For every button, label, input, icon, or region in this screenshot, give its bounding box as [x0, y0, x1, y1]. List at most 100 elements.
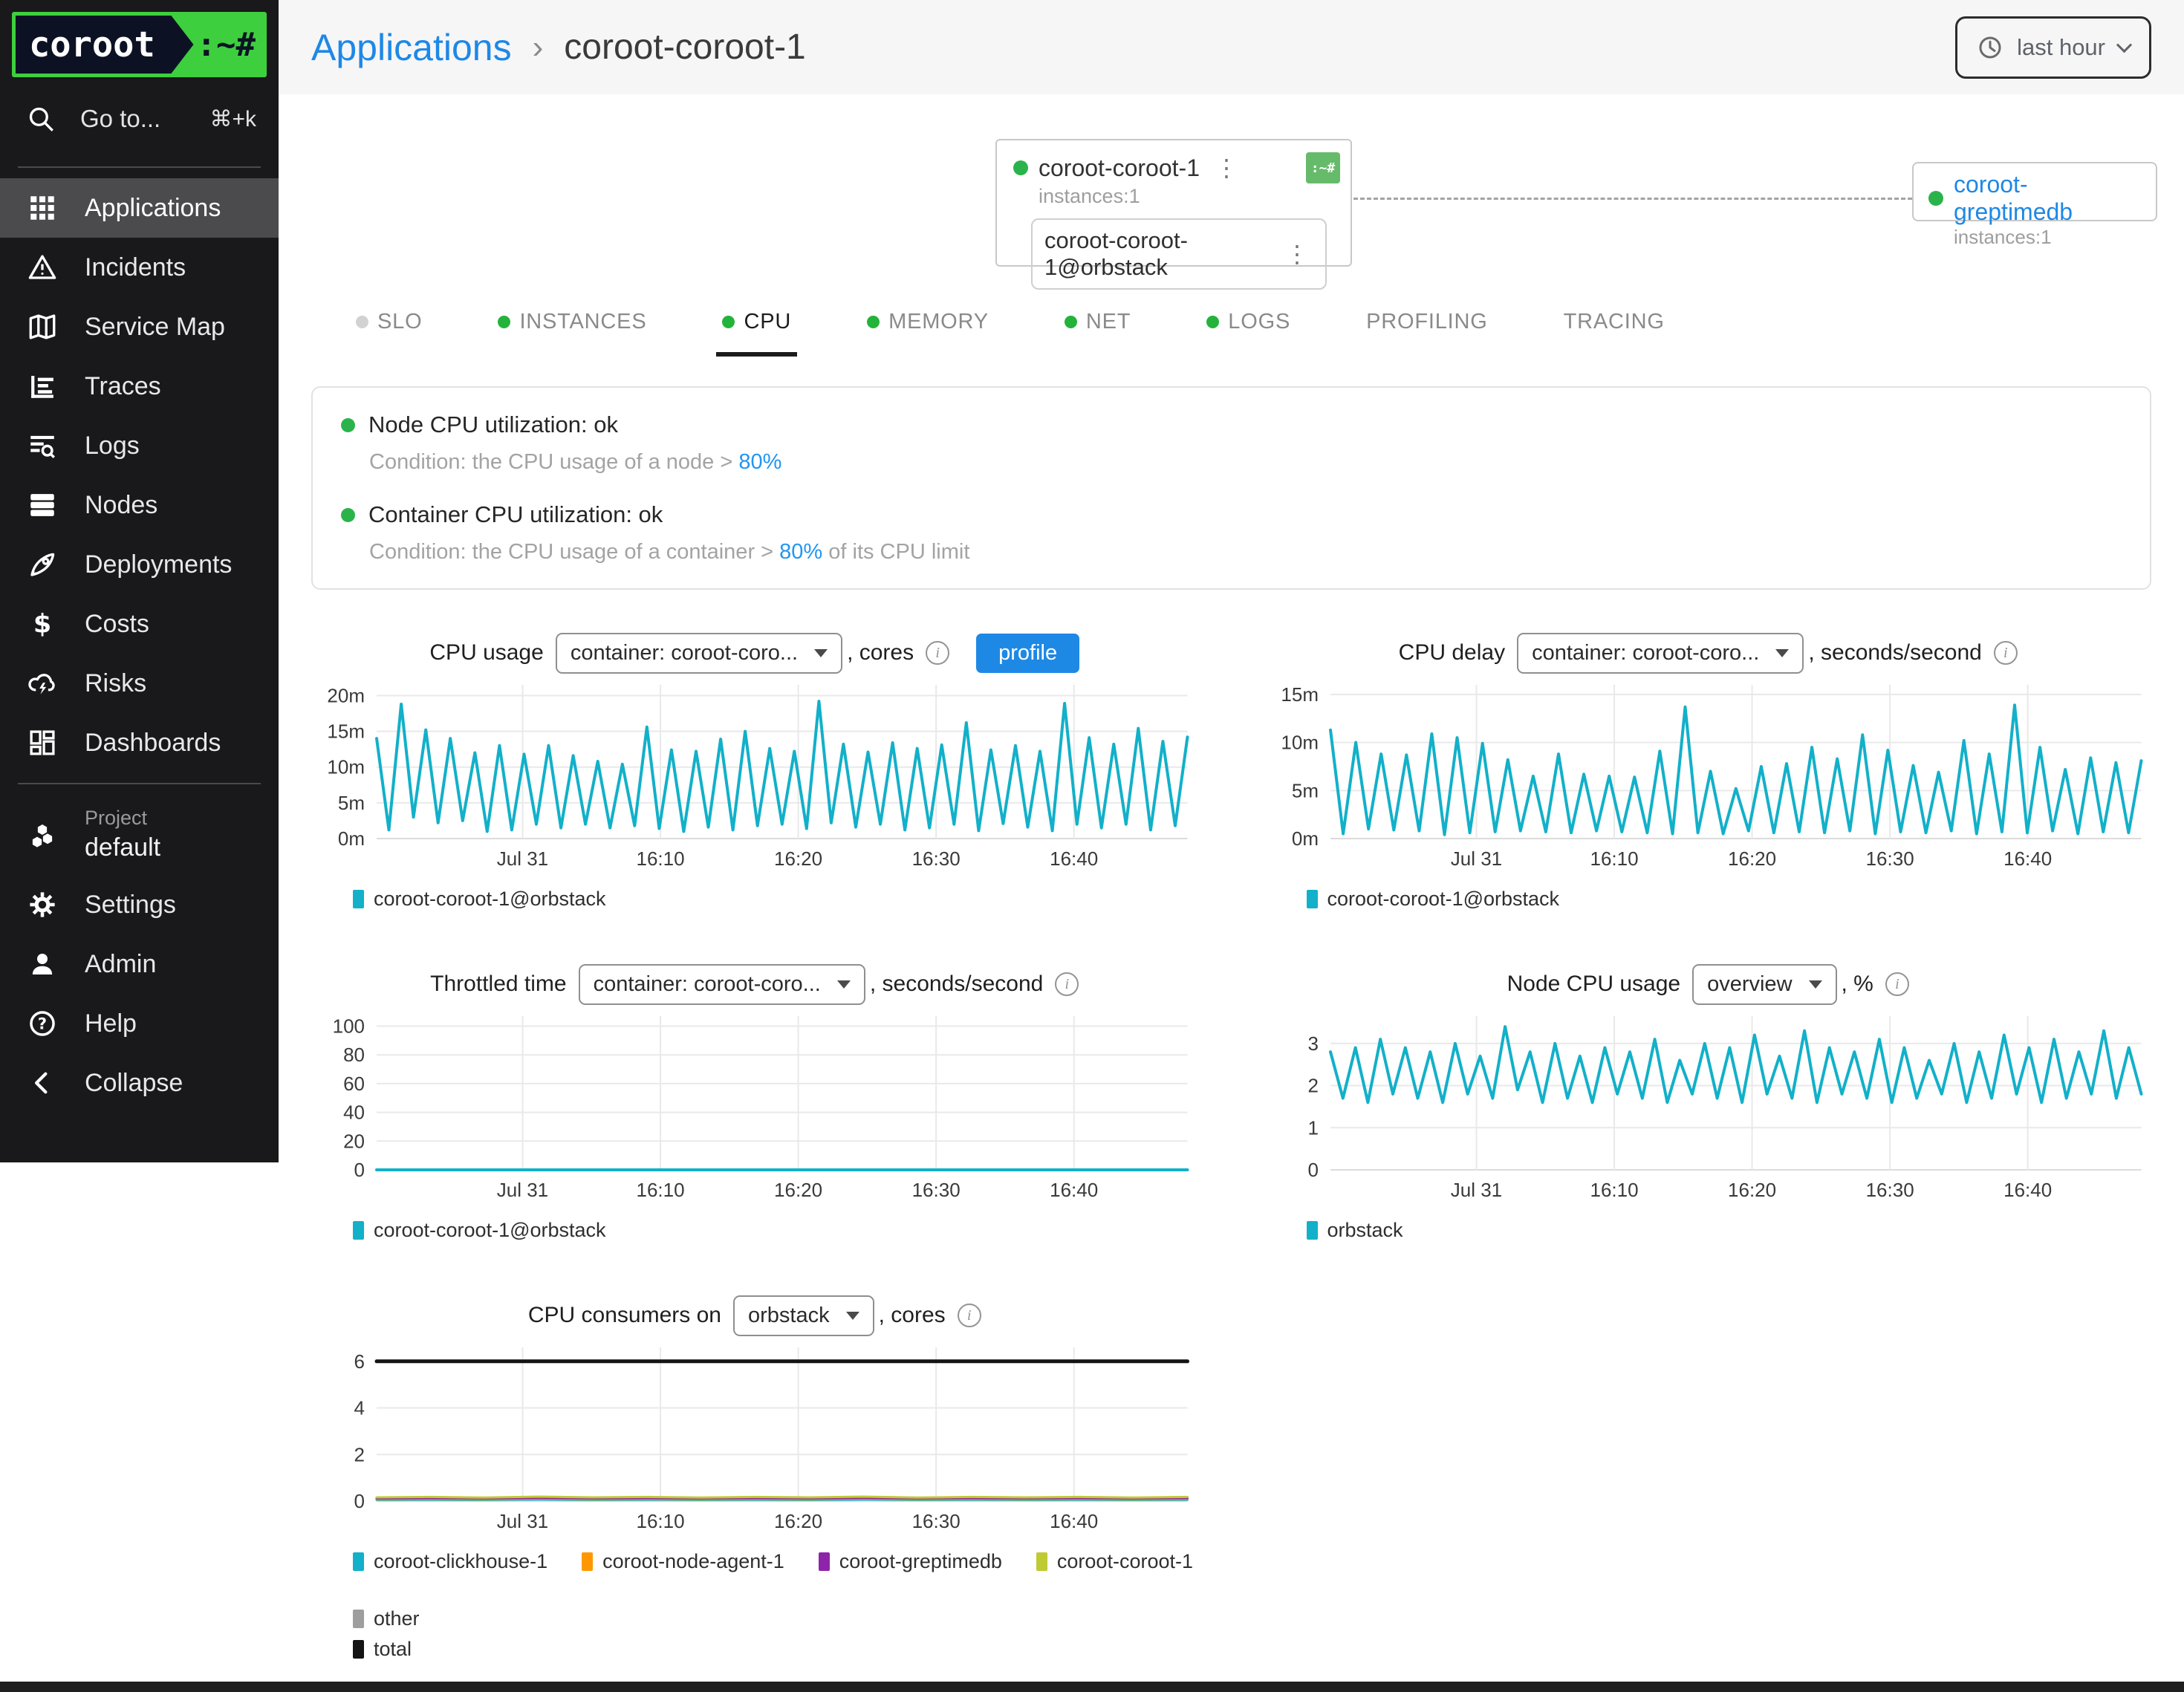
svg-text:5m: 5m [338, 792, 365, 814]
svg-text:3: 3 [1307, 1032, 1318, 1055]
legend-item[interactable]: coroot-coroot-1@orbstack [1307, 888, 1560, 911]
instance-chip[interactable]: coroot-coroot-1@orbstack ⋮ [1031, 218, 1327, 290]
legend-item[interactable]: total [353, 1638, 412, 1661]
info-icon[interactable]: i [1994, 641, 2018, 665]
dashboards-icon [27, 727, 58, 758]
tab-tracing[interactable]: TRACING [1558, 310, 1671, 357]
svg-text:0: 0 [354, 1159, 365, 1181]
legend-label: coroot-coroot-1@orbstack [1327, 888, 1560, 911]
coroot-logo[interactable]: coroot :~# [12, 12, 267, 77]
rocket-icon [27, 549, 58, 580]
collapse-chevron-icon [27, 1067, 58, 1099]
legend-item[interactable]: coroot-greptimedb [819, 1550, 1002, 1573]
check-title: Container CPU utilization: ok [368, 501, 663, 528]
chevron-down-icon [846, 1312, 859, 1320]
svg-text:16:30: 16:30 [912, 847, 961, 870]
svg-text:100: 100 [333, 1015, 365, 1038]
dropdown-value: container: coroot-coro... [571, 641, 798, 666]
card-header: coroot-coroot-1 ⋮ :~# [997, 140, 1351, 185]
svg-text:16:10: 16:10 [636, 1510, 684, 1532]
chart-title: Throttled time [430, 972, 566, 997]
tab-profiling[interactable]: PROFILING [1360, 310, 1494, 357]
svg-text:2: 2 [354, 1443, 365, 1465]
tab-logs[interactable]: LOGS [1200, 310, 1296, 357]
chart-unit: , seconds/second [1808, 640, 1981, 666]
profile-button[interactable]: profile [976, 634, 1079, 673]
tab-memory[interactable]: MEMORY [861, 310, 995, 357]
time-range-selector[interactable]: last hour [1955, 16, 2151, 79]
sidebar-item-service-map[interactable]: Service Map [0, 297, 279, 357]
chart-legend: coroot-coroot-1@orbstack [1265, 888, 2152, 911]
sidebar-item-logs[interactable]: Logs [0, 416, 279, 475]
legend-label: coroot-coroot-1@orbstack [374, 888, 606, 911]
service-map-node-coroot[interactable]: coroot-coroot-1 ⋮ :~# instances:1 coroot… [995, 139, 1352, 267]
chart-title-row: Node CPU usage overview , % i [1265, 960, 2152, 1009]
sidebar-item-costs[interactable]: $ Costs [0, 594, 279, 654]
legend-item[interactable]: coroot-coroot-1@orbstack [353, 888, 606, 911]
service-map-area: coroot-coroot-1 ⋮ :~# instances:1 coroot… [279, 94, 2184, 310]
legend-color-swatch [353, 890, 364, 908]
sidebar-collapse-button[interactable]: Collapse [0, 1053, 279, 1113]
tab-cpu[interactable]: CPU [716, 310, 797, 357]
node-selector-dropdown[interactable]: orbstack [733, 1295, 874, 1336]
series-selector-dropdown[interactable]: overview [1692, 964, 1836, 1005]
app-link[interactable]: coroot-greptimedb [1954, 171, 2141, 226]
series-selector-dropdown[interactable]: container: coroot-coro... [579, 964, 865, 1005]
sidebar-item-traces[interactable]: Traces [0, 357, 279, 416]
legend-item[interactable]: other [353, 1607, 420, 1630]
sidebar-item-settings[interactable]: Settings [0, 875, 279, 934]
svg-text:16:20: 16:20 [774, 1510, 822, 1532]
threshold-link[interactable]: 80% [779, 540, 822, 564]
sidebar-item-dashboards[interactable]: Dashboards [0, 713, 279, 772]
legend-item[interactable]: coroot-coroot-1@orbstack [353, 1219, 606, 1242]
sidebar-item-label: Settings [85, 891, 176, 920]
status-dot [1928, 191, 1943, 206]
info-icon[interactable]: i [1885, 972, 1909, 996]
sidebar-item-admin[interactable]: Admin [0, 934, 279, 994]
chart-legend: orbstack [1265, 1219, 2152, 1242]
sidebar-item-help[interactable]: ? Help [0, 994, 279, 1053]
info-icon[interactable]: i [926, 641, 949, 665]
sidebar-item-nodes[interactable]: Nodes [0, 475, 279, 535]
tab-instances[interactable]: INSTANCES [492, 310, 652, 357]
svg-text:Jul 31: Jul 31 [497, 847, 548, 870]
throttled-time-plot: 020406080100Jul 3116:1016:2016:3016:40 [311, 1009, 1198, 1205]
series-selector-dropdown[interactable]: container: coroot-coro... [1517, 633, 1804, 674]
tab-slo[interactable]: SLO [350, 310, 428, 357]
chart-cpu-usage: CPU usage container: coroot-coro... , co… [311, 628, 1198, 911]
legend-item[interactable]: orbstack [1307, 1219, 1403, 1242]
sidebar-item-label: Nodes [85, 491, 157, 520]
service-map-node-greptimedb[interactable]: coroot-greptimedb instances:1 [1912, 162, 2157, 221]
chart-cpu-delay: CPU delay container: coroot-coro... , se… [1265, 628, 2152, 911]
chevron-down-icon [837, 980, 851, 989]
sidebar-item-risks[interactable]: Risks [0, 654, 279, 713]
series-selector-dropdown[interactable]: container: coroot-coro... [556, 633, 842, 674]
person-icon [27, 949, 58, 980]
legend-item[interactable]: coroot-clickhouse-1 [353, 1550, 547, 1573]
project-selector[interactable]: Project default [0, 795, 279, 875]
sidebar-item-incidents[interactable]: Incidents [0, 238, 279, 297]
kebab-menu-icon[interactable]: ⋮ [1210, 156, 1243, 180]
condition-text: Condition: the CPU usage of a container … [369, 540, 779, 564]
breadcrumb-applications-link[interactable]: Applications [311, 26, 512, 69]
instances-count: instances:1 [997, 185, 1351, 208]
svg-text:16:30: 16:30 [1865, 1179, 1914, 1201]
info-icon[interactable]: i [1055, 972, 1079, 996]
threshold-link[interactable]: 80% [738, 450, 781, 474]
svg-text:0m: 0m [338, 827, 365, 850]
sidebar-item-applications[interactable]: Applications [0, 178, 279, 238]
svg-text:15m: 15m [1281, 683, 1319, 706]
coroot-logo-prompt: :~# [194, 16, 263, 74]
tab-net[interactable]: NET [1059, 310, 1137, 357]
chart-legend: coroot-coroot-1@orbstack [311, 1219, 1198, 1242]
legend-item[interactable]: coroot-coroot-1 [1036, 1550, 1193, 1573]
legend-item[interactable]: coroot-node-agent-1 [582, 1550, 784, 1573]
coroot-app: coroot :~# Go to... ⌘+k Applications Inc… [0, 0, 2184, 1692]
sidebar-item-label: Costs [85, 610, 149, 639]
info-icon[interactable]: i [958, 1304, 981, 1327]
kebab-menu-icon[interactable]: ⋮ [1281, 242, 1313, 266]
chart-title: CPU consumers on [528, 1303, 721, 1328]
tab-label: TRACING [1564, 310, 1665, 334]
sidebar-item-deployments[interactable]: Deployments [0, 535, 279, 594]
goto-search[interactable]: Go to... ⌘+k [0, 82, 279, 156]
